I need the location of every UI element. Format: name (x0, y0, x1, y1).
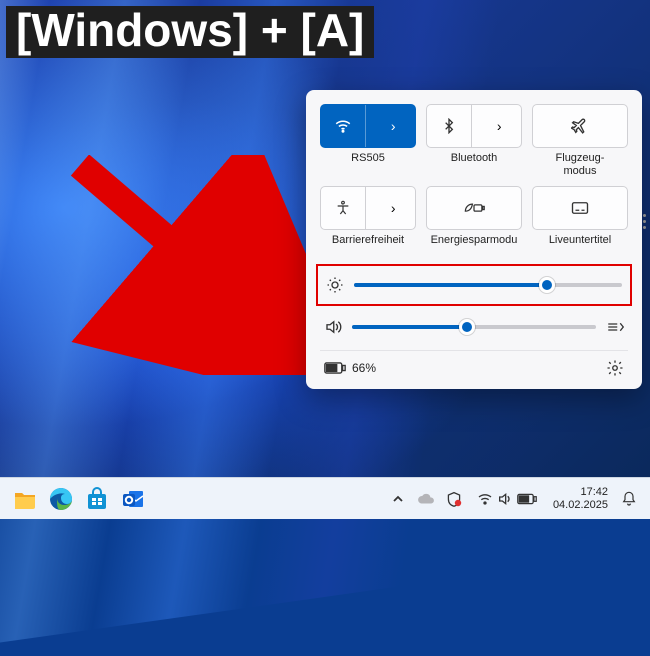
brightness-fill (354, 283, 547, 287)
captions-icon (571, 200, 589, 216)
volume-slider[interactable] (352, 325, 596, 329)
taskbar: 17:42 04.02.2025 (0, 477, 650, 519)
wifi-toggle[interactable] (321, 105, 366, 147)
brightness-row (316, 264, 632, 306)
audio-output-select[interactable] (606, 320, 624, 334)
volume-row (320, 310, 628, 344)
volume-fill (352, 325, 467, 329)
notifications-tray-icon[interactable] (618, 485, 640, 513)
chevron-right-icon: › (497, 118, 502, 134)
security-tray-icon[interactable] (443, 485, 465, 513)
leaf-battery-icon (463, 200, 485, 216)
speaker-icon (324, 318, 342, 336)
wifi-tray-icon (477, 492, 493, 506)
tile-battery-saver[interactable] (426, 186, 522, 230)
airplane-icon (571, 117, 589, 135)
chevron-right-icon: › (391, 118, 396, 134)
wifi-icon (334, 117, 352, 135)
brightness-icon (326, 276, 344, 294)
bluetooth-toggle[interactable] (427, 105, 472, 147)
tile-wifi[interactable]: › (320, 104, 416, 148)
hotkey-overlay-label: [Windows] + [A] (6, 6, 374, 58)
edge-browser-icon[interactable] (46, 484, 76, 514)
bluetooth-icon (441, 118, 457, 134)
tile-accessibility[interactable]: › (320, 186, 416, 230)
tile-airplane-label: Flugzeug- modus (556, 152, 605, 178)
tile-airplane-mode[interactable] (532, 104, 628, 148)
tile-accessibility-label: Barrierefreiheit (332, 234, 404, 260)
taskbar-pinned-apps (10, 484, 148, 514)
taskbar-clock[interactable]: 17:42 04.02.2025 (549, 486, 612, 511)
battery-percent-label: 66% (352, 361, 376, 375)
chevron-right-icon: › (391, 200, 396, 216)
speaker-tray-icon (497, 492, 513, 506)
accessibility-icon (335, 200, 351, 216)
tile-bluetooth[interactable]: › (426, 104, 522, 148)
bluetooth-expand[interactable]: › (478, 105, 522, 147)
volume-thumb[interactable] (459, 319, 475, 335)
tile-wifi-label: RS505 (351, 152, 385, 178)
microsoft-store-icon[interactable] (82, 484, 112, 514)
tile-bluetooth-label: Bluetooth (451, 152, 497, 178)
battery-tray-icon (517, 493, 537, 505)
panel-footer: 66% (320, 350, 628, 379)
brightness-slider[interactable] (354, 283, 622, 287)
settings-button[interactable] (606, 359, 624, 377)
quick-settings-panel: › RS505 › Bluetooth Flugzeug- modus (306, 90, 642, 389)
panel-edit-handle[interactable] (643, 214, 646, 229)
clock-time: 17:42 (553, 486, 608, 499)
accessibility-toggle[interactable] (321, 187, 366, 229)
quick-settings-tiles: › RS505 › Bluetooth Flugzeug- modus (320, 104, 628, 260)
tile-live-captions-label: Liveuntertitel (549, 234, 611, 260)
accessibility-expand[interactable]: › (372, 187, 416, 229)
clock-date: 04.02.2025 (553, 499, 608, 512)
brightness-thumb[interactable] (539, 277, 555, 293)
wifi-expand[interactable]: › (372, 105, 416, 147)
file-explorer-icon[interactable] (10, 484, 40, 514)
tile-live-captions[interactable] (532, 186, 628, 230)
network-volume-battery-tray[interactable] (471, 490, 543, 508)
tile-battery-saver-label: Energiesparmodu (431, 234, 518, 260)
battery-icon[interactable] (324, 362, 346, 374)
system-tray: 17:42 04.02.2025 (387, 485, 640, 513)
tray-overflow-chevron[interactable] (387, 485, 409, 513)
onedrive-tray-icon[interactable] (415, 485, 437, 513)
outlook-icon[interactable] (118, 484, 148, 514)
